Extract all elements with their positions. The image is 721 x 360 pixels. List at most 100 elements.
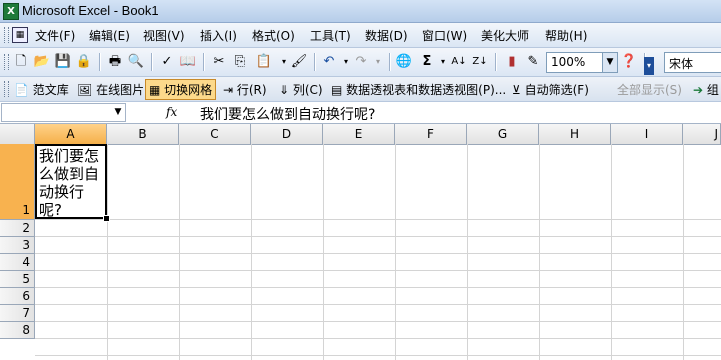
help-icon[interactable]: ❓ <box>620 53 638 71</box>
formula-input[interactable]: 我们要怎么做到自动换行呢? <box>200 104 375 124</box>
grid-line <box>467 144 468 360</box>
row-header-6[interactable]: 6 <box>0 288 35 305</box>
column-header-e[interactable]: E <box>323 124 395 144</box>
menu-window[interactable]: 窗口(W) <box>422 27 467 44</box>
row-header-3[interactable]: 3 <box>0 237 35 254</box>
toolbar-grip[interactable] <box>4 54 9 70</box>
grid-line <box>683 144 684 360</box>
menu-help[interactable]: 帮助(H) <box>545 27 587 44</box>
template-library-button[interactable]: 📄 范文库 <box>14 81 69 98</box>
menu-file[interactable]: 文件(F) <box>35 27 75 44</box>
autofilter-label: 自动筛选(F) <box>524 83 589 97</box>
autofilter-button[interactable]: ⊻ 自动筛选(F) <box>512 81 589 98</box>
menu-tools[interactable]: 工具(T) <box>310 27 351 44</box>
row-header-4[interactable]: 4 <box>0 254 35 271</box>
toolbar-separator <box>151 53 153 71</box>
column-header-b[interactable]: B <box>107 124 179 144</box>
insert-column-button[interactable]: ⇓ 列(C) <box>279 81 323 98</box>
excel-icon[interactable]: X <box>3 3 19 20</box>
column-header-j[interactable]: J <box>683 124 721 144</box>
spelling-icon[interactable]: ✓ <box>158 53 176 71</box>
column-header-g[interactable]: G <box>467 124 539 144</box>
toolbar-options-icon[interactable]: ▾ <box>644 57 654 75</box>
undo-icon[interactable]: ↶ <box>320 53 338 71</box>
print-icon[interactable]: 🖶 <box>106 53 124 71</box>
zoom-value: 100% <box>551 55 586 69</box>
grid-line <box>35 253 721 254</box>
copy-icon[interactable]: ⎘ <box>231 53 249 71</box>
chevron-down-icon[interactable]: ▼ <box>602 53 617 72</box>
sort-ascending-icon[interactable]: A↓ <box>450 53 468 71</box>
toolbar2-grip[interactable] <box>4 81 9 97</box>
sort-descending-icon[interactable]: Z↓ <box>471 53 489 71</box>
toolbar-separator <box>99 53 101 71</box>
column-header-h[interactable]: H <box>539 124 611 144</box>
cut-icon[interactable]: ✂ <box>210 53 228 71</box>
row-header-8[interactable]: 8 <box>0 322 35 339</box>
formula-bar: ▼ fx 我们要怎么做到自动换行呢? <box>0 102 721 124</box>
menu-edit[interactable]: 编辑(E) <box>89 27 130 44</box>
column-header-c[interactable]: C <box>179 124 251 144</box>
toolbar-separator <box>495 53 497 71</box>
redo-dropdown-icon[interactable]: ▾ <box>369 53 387 71</box>
grid-line <box>35 236 721 237</box>
workbook-icon[interactable]: ▦ <box>12 27 28 43</box>
menu-grip[interactable] <box>4 27 9 43</box>
fill-handle[interactable] <box>103 215 110 222</box>
font-name-select[interactable]: 宋体 <box>664 52 721 73</box>
column-header-a[interactable]: A <box>35 124 107 144</box>
row-header-5[interactable]: 5 <box>0 271 35 288</box>
toggle-grid-button[interactable]: ▦ 切换网格 <box>145 79 217 100</box>
row-header-1[interactable]: 1 <box>0 144 35 220</box>
hyperlink-icon[interactable]: 🌐 <box>395 53 413 71</box>
column-header-d[interactable]: D <box>251 124 323 144</box>
toolbar-separator <box>203 53 205 71</box>
paste-icon[interactable]: 📋 <box>255 53 273 71</box>
redo-icon[interactable]: ↷ <box>352 53 370 71</box>
chart-wizard-icon[interactable]: ▮ <box>503 53 521 71</box>
toolbar-separator <box>389 53 391 71</box>
show-all-button[interactable]: 全部显示(S) <box>617 81 682 98</box>
chevron-down-icon[interactable]: ▼ <box>111 104 125 121</box>
menu-insert[interactable]: 插入(I) <box>200 27 237 44</box>
grid-line <box>35 321 721 322</box>
save-icon[interactable]: 💾 <box>54 53 72 71</box>
template-library-label: 范文库 <box>32 83 69 97</box>
format-painter-icon[interactable]: 🖌 <box>290 53 308 71</box>
insert-row-button[interactable]: ⇥ 行(R) <box>223 81 267 98</box>
drawing-icon[interactable]: ✎ <box>524 53 542 71</box>
grid-line <box>35 287 721 288</box>
open-icon[interactable]: 📂 <box>33 53 51 71</box>
zoom-select[interactable]: 100% ▼ <box>546 52 618 73</box>
font-name-value: 宋体 <box>669 57 694 71</box>
insert-function-icon[interactable]: fx <box>166 105 177 119</box>
group-label: 组 <box>706 83 719 97</box>
title-bar: X Microsoft Excel - Book1 <box>0 0 721 23</box>
column-header-i[interactable]: I <box>611 124 683 144</box>
permission-icon[interactable]: 🔒 <box>75 53 93 71</box>
grid-line <box>251 144 252 360</box>
new-icon[interactable]: 🗋 <box>12 53 30 71</box>
cell-a1[interactable]: 我们要怎么做到自动换行呢? <box>35 144 107 219</box>
column-header-f[interactable]: F <box>395 124 467 144</box>
group-button[interactable]: ➔ 组 <box>693 81 719 98</box>
pivot-table-button[interactable]: ▤ 数据透视表和数据透视图(P)... <box>331 81 506 98</box>
show-all-label: 全部显示(S) <box>617 83 682 97</box>
row-header-7[interactable]: 7 <box>0 305 35 322</box>
print-preview-icon[interactable]: 🔍 <box>127 53 145 71</box>
column-header-row: A B C D E F G H I J <box>0 124 721 145</box>
row-header-2[interactable]: 2 <box>0 220 35 237</box>
menu-beautify[interactable]: 美化大师 <box>481 27 529 44</box>
grid-line <box>611 144 612 360</box>
grid-line <box>35 355 721 356</box>
menu-format[interactable]: 格式(O) <box>252 27 295 44</box>
grid-line <box>35 338 721 339</box>
select-all-button[interactable] <box>0 124 35 144</box>
menu-data[interactable]: 数据(D) <box>365 27 408 44</box>
research-icon[interactable]: 📖 <box>179 53 197 71</box>
arrow-right-icon: ➔ <box>693 83 704 97</box>
grid-line <box>35 219 721 220</box>
name-box[interactable]: ▼ <box>1 103 126 122</box>
online-picture-button[interactable]: 🖼 在线图片 <box>77 81 144 98</box>
menu-view[interactable]: 视图(V) <box>143 27 185 44</box>
